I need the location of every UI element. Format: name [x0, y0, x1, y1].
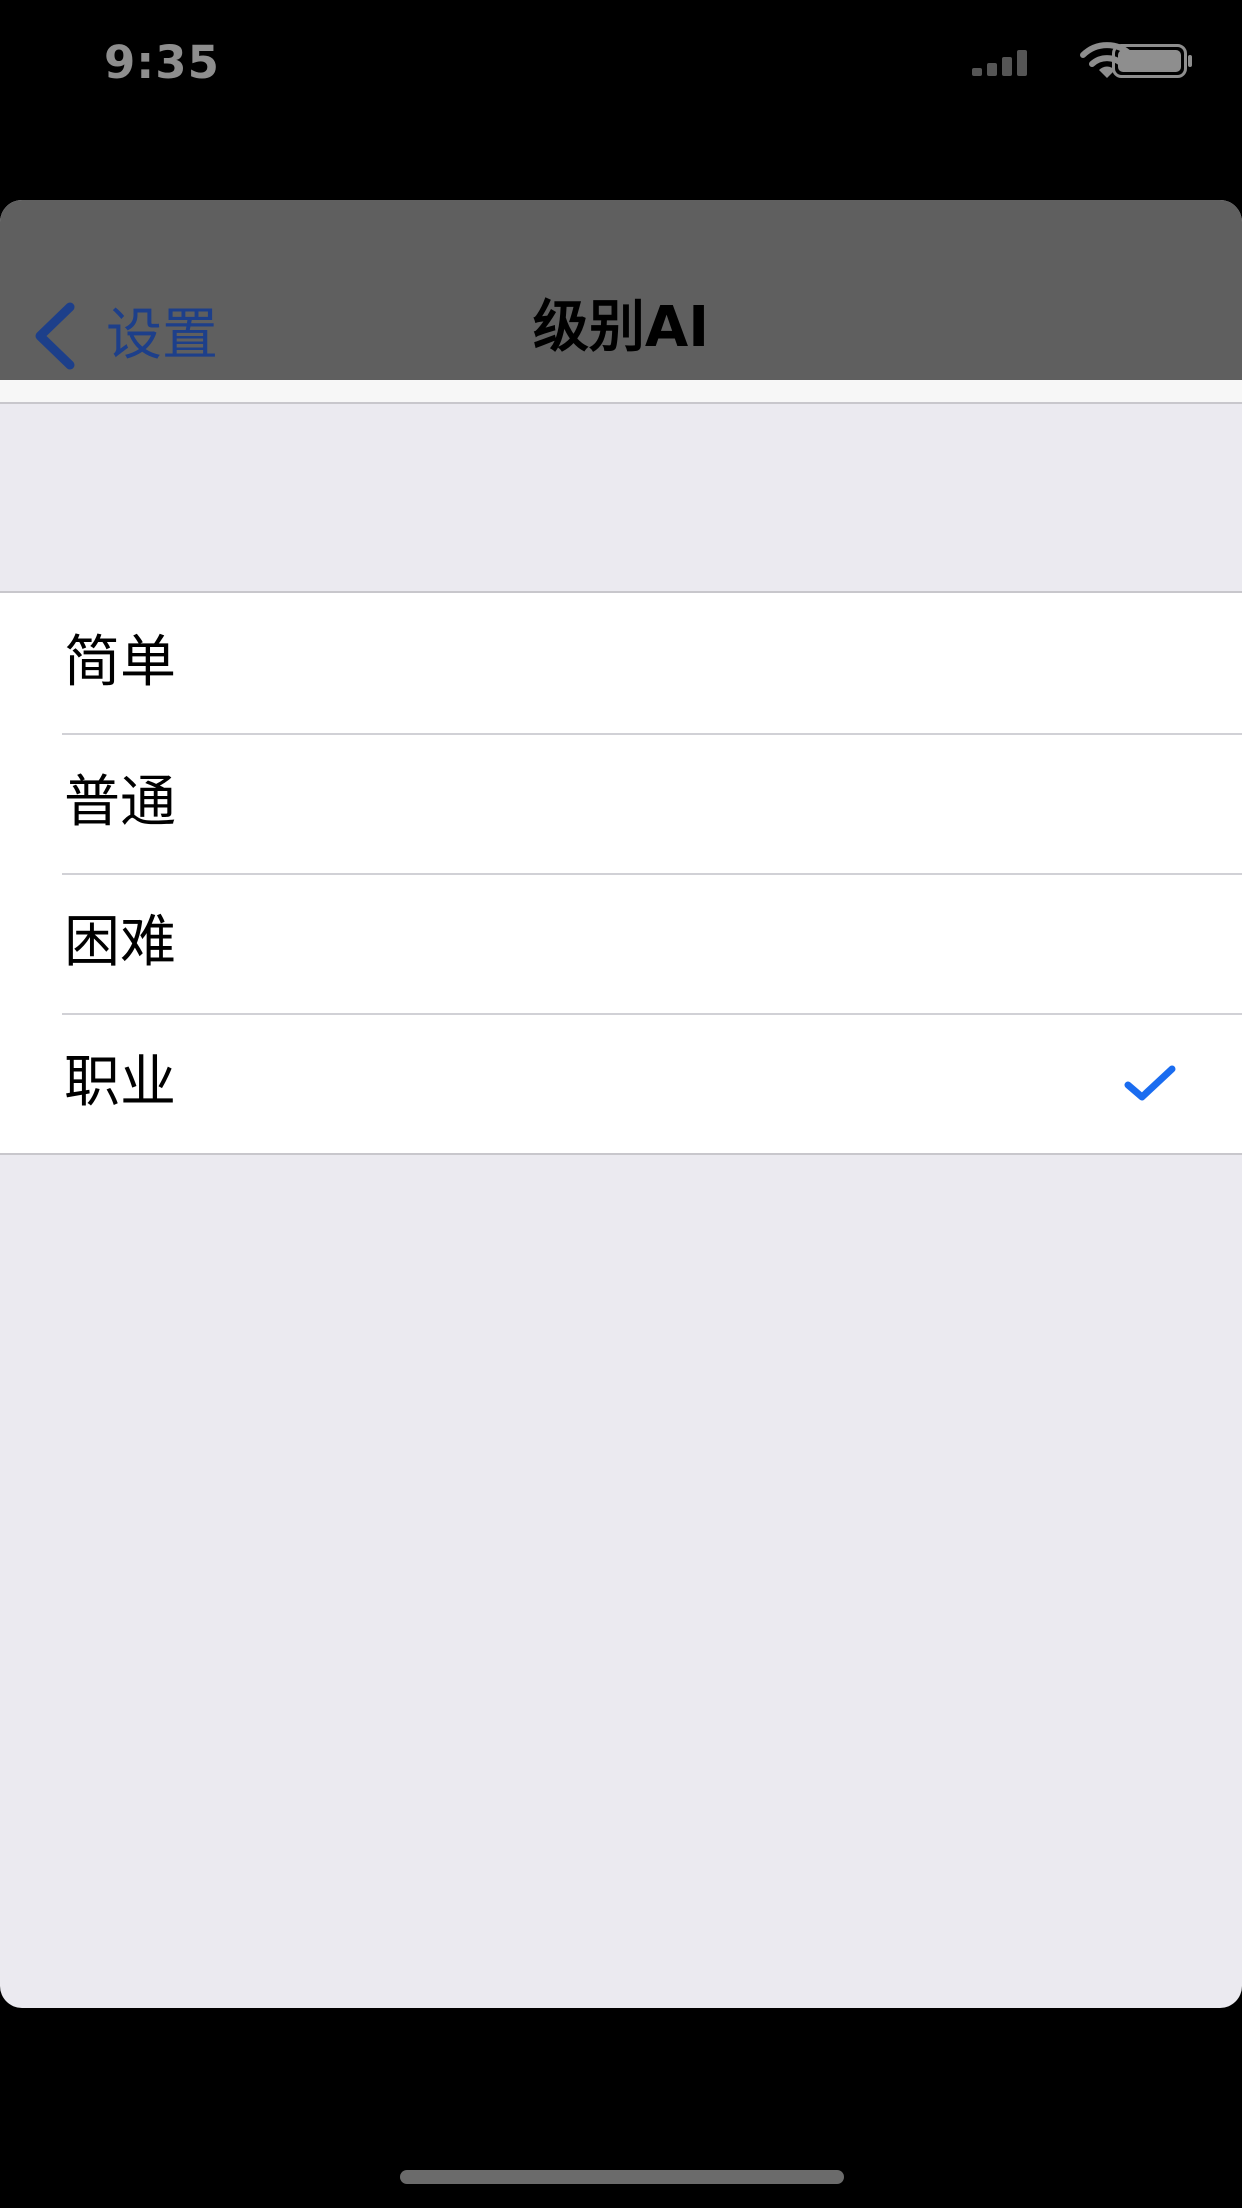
home-indicator[interactable] [400, 2170, 844, 2184]
difficulty-options-list: 简单 普通 困难 职业 [0, 591, 1242, 1155]
option-normal[interactable]: 普通 [0, 733, 1242, 873]
settings-sheet: 设置 级别AI 简单 普通 困难 职业 [0, 200, 1242, 2008]
navigation-bar: 设置 级别AI [0, 200, 1242, 380]
battery-icon [1112, 44, 1192, 78]
option-easy[interactable]: 简单 [0, 593, 1242, 733]
nav-bar-divider [0, 380, 1242, 404]
option-label: 普通 [64, 770, 176, 835]
option-professional[interactable]: 职业 [0, 1013, 1242, 1153]
page-title: 级别AI [532, 295, 710, 360]
signal-icon [972, 50, 1027, 76]
option-hard[interactable]: 困难 [0, 873, 1242, 1013]
status-time: 9:35 [104, 36, 220, 89]
option-label: 困难 [64, 910, 176, 975]
option-label: 简单 [64, 630, 176, 695]
status-bar: 9:35 [0, 0, 1242, 125]
checkmark-icon [1124, 1065, 1176, 1101]
option-label: 职业 [64, 1050, 176, 1115]
